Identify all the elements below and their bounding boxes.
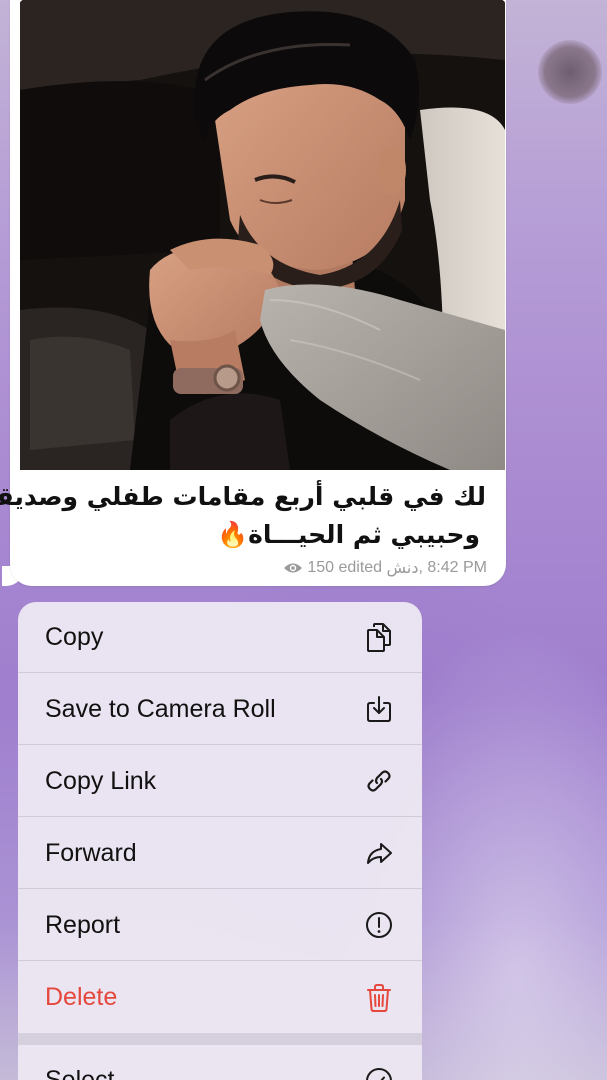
link-icon: [362, 764, 396, 798]
message-photo[interactable]: [20, 0, 505, 470]
menu-item-forward[interactable]: Forward: [18, 818, 422, 889]
views-count: 150: [307, 559, 335, 576]
copy-icon: [362, 620, 396, 654]
message-caption: لك في قلبي أربع مقامات طفلي وصديقي وحبيب…: [0, 478, 486, 554]
menu-separator: [18, 1033, 422, 1045]
menu-item-copy[interactable]: Copy: [18, 602, 422, 673]
menu-item-label: Select: [45, 1066, 115, 1080]
menu-item-label: Report: [45, 910, 121, 939]
checkmark-circle-icon: [362, 1064, 396, 1080]
message-meta: 150 edited دنش , 8:42 PM: [205, 557, 487, 579]
trash-icon: [362, 981, 396, 1015]
message-time: 8:42 PM: [427, 559, 487, 576]
menu-item-label: Copy Link: [45, 766, 157, 795]
menu-item-report[interactable]: Report: [18, 890, 422, 961]
menu-item-select[interactable]: Select: [18, 1045, 422, 1080]
views-eye-icon: [283, 561, 303, 575]
menu-item-delete[interactable]: Delete: [18, 962, 422, 1033]
menu-item-copy-link[interactable]: Copy Link: [18, 746, 422, 817]
menu-item-label: Save to Camera Roll: [45, 694, 276, 723]
forward-arrow-icon: [362, 836, 396, 870]
author-name: دنش: [386, 560, 419, 577]
caption-line-1: لك في قلبي أربع مقامات طفلي وصديقي: [0, 482, 486, 511]
save-download-icon: [362, 692, 396, 726]
caption-line-2: وحبيبي ثم الحيـــاة🔥: [217, 520, 480, 549]
context-menu: Copy Save to Camera Roll Copy Link Forwa…: [18, 602, 422, 1080]
report-exclamation-icon: [362, 908, 396, 942]
menu-item-label: Forward: [45, 838, 137, 867]
menu-item-label: Delete: [45, 983, 118, 1011]
menu-item-save-to-camera-roll[interactable]: Save to Camera Roll: [18, 674, 422, 745]
edited-label: edited: [338, 559, 383, 576]
blurred-avatar: [538, 40, 602, 104]
menu-item-label: Copy: [45, 622, 104, 651]
